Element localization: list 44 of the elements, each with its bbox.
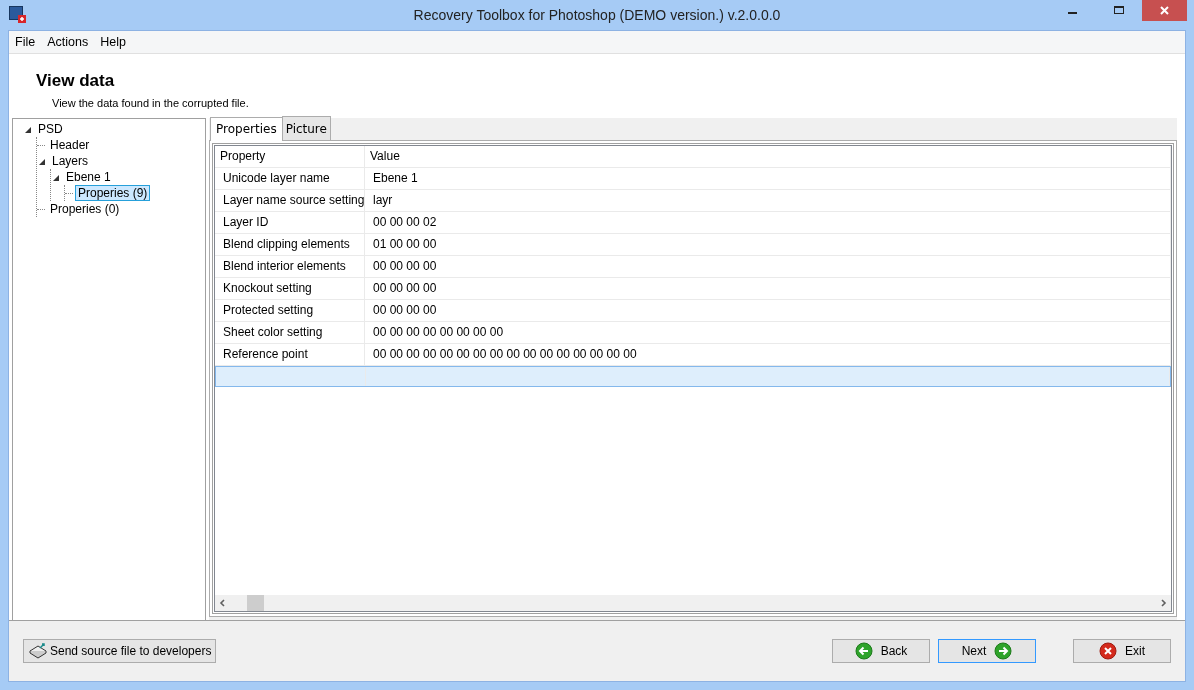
- exit-button[interactable]: Exit: [1073, 639, 1171, 663]
- close-icon: [1099, 642, 1117, 660]
- column-header[interactable]: Property: [215, 146, 365, 167]
- property-cell: Knockout setting: [215, 278, 365, 299]
- value-cell: 00 00 00 00 00 00 00 00 00 00 00 00 00 00 00 00: [365, 344, 1171, 365]
- next-button[interactable]: Next: [938, 639, 1036, 663]
- send-file-icon: [28, 642, 48, 660]
- property-cell: Layer name source setting: [215, 190, 365, 211]
- property-cell: Protected setting: [215, 300, 365, 321]
- tree-item[interactable]: Properies (0): [47, 201, 123, 217]
- menu-item[interactable]: Actions: [41, 35, 95, 49]
- horizontal-scrollbar[interactable]: [215, 595, 1171, 611]
- property-cell: Sheet color setting: [215, 322, 365, 343]
- close-button[interactable]: [1142, 0, 1187, 21]
- tree-item[interactable]: Properies (9): [75, 185, 151, 201]
- value-cell: layr: [365, 190, 1171, 211]
- value-cell: 00 00 00 00: [365, 278, 1171, 299]
- property-cell: Reference point: [215, 344, 365, 365]
- value-cell: 00 00 00 00 00 00 00 00: [365, 322, 1171, 343]
- property-cell: Blend clipping elements: [215, 234, 365, 255]
- tree-item[interactable]: Header: [47, 137, 93, 153]
- value-cell: 00 00 00 02: [365, 212, 1171, 233]
- tab[interactable]: Properties: [210, 117, 283, 141]
- menu-item[interactable]: File: [9, 35, 42, 49]
- app-icon: [9, 6, 26, 23]
- value-cell: 01 00 00 00: [365, 234, 1171, 255]
- value-cell: 00 00 00 00: [365, 256, 1171, 277]
- property-cell: Layer ID: [215, 212, 365, 233]
- window-title: Recovery Toolbox for Photoshop (DEMO version.) v.2.0.0.0: [413, 7, 781, 23]
- back-button[interactable]: Back: [832, 639, 930, 663]
- page-heading: View data: [36, 71, 116, 91]
- property-cell: Blend interior elements: [215, 256, 365, 277]
- menu-item[interactable]: Help: [94, 35, 132, 49]
- send-button[interactable]: Send source file to developers: [23, 639, 217, 663]
- tree-item[interactable]: PSD: [35, 121, 66, 137]
- column-header[interactable]: Value: [365, 146, 1171, 167]
- value-cell: Ebene 1: [365, 168, 1171, 189]
- tab[interactable]: Picture: [281, 116, 331, 140]
- value-cell: 00 00 00 00: [365, 300, 1171, 321]
- page-subtitle: View the data found in the corrupted file.: [52, 97, 250, 109]
- property-cell: Unicode layer name: [215, 168, 365, 189]
- tree-item[interactable]: Ebene 1: [63, 169, 114, 185]
- tree-item[interactable]: Layers: [49, 153, 92, 169]
- scrollbar-thumb[interactable]: [247, 595, 264, 611]
